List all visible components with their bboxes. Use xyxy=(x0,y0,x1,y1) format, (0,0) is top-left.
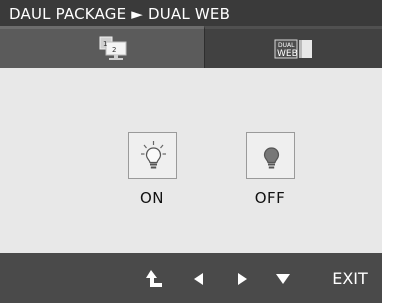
return-up-icon xyxy=(146,270,162,287)
option-off[interactable]: OFF xyxy=(240,132,300,207)
title-bar: DAUL PACKAGE ► DUAL WEB xyxy=(0,0,382,26)
lightbulb-off-icon xyxy=(263,147,279,169)
tab-dual-web[interactable]: DUAL WEB xyxy=(204,26,382,68)
arrow-right-button[interactable] xyxy=(233,269,251,289)
svg-text:2: 2 xyxy=(112,46,116,54)
option-on-label: ON xyxy=(139,189,165,207)
dual-web-icon: DUAL WEB xyxy=(274,39,312,59)
arrow-down-icon xyxy=(276,274,290,284)
option-off-button[interactable] xyxy=(245,132,295,179)
arrow-down-button[interactable] xyxy=(274,269,292,289)
dual-web-icon-text-top: DUAL xyxy=(278,42,295,49)
arrow-left-icon xyxy=(194,273,203,285)
svg-text:1: 1 xyxy=(103,40,107,48)
content-panel: ON OFF xyxy=(0,68,382,253)
arrow-right-icon xyxy=(238,273,247,285)
page-title: DAUL PACKAGE ► DUAL WEB xyxy=(9,5,231,23)
exit-button[interactable]: EXIT xyxy=(330,269,370,289)
tab-dual-package[interactable]: 1 2 xyxy=(0,26,204,68)
osd-window: DAUL PACKAGE ► DUAL WEB 1 2 DUAL WEB ON … xyxy=(0,0,382,303)
dual-monitor-icon: 1 2 xyxy=(99,36,127,60)
option-off-label: OFF xyxy=(254,189,286,207)
option-on[interactable]: ON xyxy=(122,132,182,207)
arrow-left-button[interactable] xyxy=(190,269,208,289)
return-up-button[interactable] xyxy=(146,269,166,289)
lightbulb-on-icon xyxy=(140,141,166,169)
option-on-button[interactable] xyxy=(127,132,177,179)
bottom-bar: EXIT xyxy=(0,253,382,303)
dual-web-icon-text-bottom: WEB xyxy=(277,49,298,59)
